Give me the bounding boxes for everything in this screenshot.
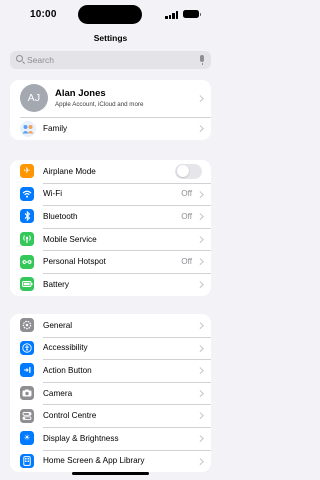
antenna-icon bbox=[20, 232, 34, 247]
family-icon bbox=[20, 120, 36, 137]
airplane-icon: ✈ bbox=[20, 164, 34, 179]
control-centre-icon bbox=[20, 408, 34, 423]
airplane-mode-toggle[interactable] bbox=[175, 163, 202, 179]
home-screen-icon bbox=[20, 453, 34, 468]
chevron-right-icon bbox=[196, 435, 203, 442]
personal-hotspot-label: Personal Hotspot bbox=[43, 257, 106, 267]
chevron-right-icon bbox=[196, 412, 203, 419]
control-centre-row[interactable]: Control Centre bbox=[10, 404, 211, 427]
accessibility-row[interactable]: Accessibility bbox=[10, 336, 211, 360]
battery-icon bbox=[20, 277, 34, 292]
camera-icon bbox=[20, 386, 34, 401]
accessibility-label: Accessibility bbox=[43, 343, 88, 353]
connectivity-group: ✈ Airplane Mode Wi-Fi Off Bluetooth Off … bbox=[10, 160, 211, 296]
chevron-right-icon bbox=[196, 281, 203, 288]
wifi-value: Off bbox=[181, 189, 192, 199]
display-brightness-row[interactable]: ☀ Display & Brightness bbox=[10, 426, 211, 450]
personal-hotspot-value: Off bbox=[181, 257, 192, 267]
chevron-right-icon bbox=[196, 322, 203, 329]
mobile-service-row[interactable]: Mobile Service bbox=[10, 227, 211, 251]
home-indicator[interactable] bbox=[72, 472, 149, 475]
chevron-right-icon bbox=[196, 389, 203, 397]
wifi-label: Wi-Fi bbox=[43, 189, 63, 199]
battery-row[interactable]: Battery bbox=[10, 272, 211, 296]
battery-label: Battery bbox=[43, 279, 69, 289]
dynamic-island bbox=[78, 5, 142, 24]
chevron-right-icon bbox=[196, 457, 203, 465]
general-row[interactable]: General bbox=[10, 314, 211, 337]
profile-group: AJ Alan Jones Apple Account, iCloud and … bbox=[10, 80, 211, 140]
action-button-icon bbox=[20, 363, 34, 378]
chevron-right-icon bbox=[196, 190, 203, 198]
home-screen-label: Home Screen & App Library bbox=[43, 456, 145, 466]
home-screen-row[interactable]: Home Screen & App Library bbox=[10, 449, 211, 473]
brightness-icon: ☀ bbox=[20, 431, 34, 446]
airplane-mode-row: ✈ Airplane Mode bbox=[10, 160, 211, 183]
battery-status-icon bbox=[183, 10, 201, 18]
bluetooth-value: Off bbox=[181, 211, 192, 221]
search-placeholder: Search bbox=[27, 55, 54, 65]
general-group: General Accessibility Action Button Came… bbox=[10, 314, 211, 473]
wifi-row[interactable]: Wi-Fi Off bbox=[10, 182, 211, 206]
camera-row[interactable]: Camera bbox=[10, 381, 211, 405]
display-brightness-label: Display & Brightness bbox=[43, 433, 119, 443]
account-row[interactable]: AJ Alan Jones Apple Account, iCloud and … bbox=[10, 80, 211, 117]
search-input[interactable]: Search bbox=[10, 51, 211, 69]
family-label: Family bbox=[43, 124, 68, 133]
action-button-label: Action Button bbox=[43, 365, 92, 375]
general-label: General bbox=[43, 320, 73, 330]
bluetooth-row[interactable]: Bluetooth Off bbox=[10, 205, 211, 228]
account-name: Alan Jones bbox=[55, 88, 106, 99]
bluetooth-label: Bluetooth bbox=[43, 211, 78, 221]
search-icon bbox=[16, 55, 23, 62]
chevron-right-icon bbox=[196, 125, 203, 132]
camera-label: Camera bbox=[43, 388, 73, 398]
chevron-right-icon bbox=[196, 344, 203, 352]
family-row[interactable]: Family bbox=[10, 117, 211, 140]
signal-icon bbox=[165, 11, 178, 19]
bluetooth-icon bbox=[20, 209, 34, 224]
action-button-row[interactable]: Action Button bbox=[10, 359, 211, 382]
chevron-right-icon bbox=[196, 367, 203, 374]
chevron-right-icon bbox=[196, 258, 203, 265]
wifi-icon bbox=[20, 186, 34, 201]
gear-icon bbox=[20, 318, 34, 333]
chevron-right-icon bbox=[196, 213, 203, 220]
chevron-right-icon bbox=[196, 235, 203, 243]
page-title: Settings bbox=[93, 33, 128, 43]
accessibility-icon bbox=[20, 340, 34, 355]
mobile-service-label: Mobile Service bbox=[43, 234, 97, 244]
account-subtitle: Apple Account, iCloud and more bbox=[55, 101, 144, 108]
hotspot-icon bbox=[20, 254, 34, 269]
airplane-mode-label: Airplane Mode bbox=[43, 166, 96, 176]
status-bar: 10:00 bbox=[0, 0, 221, 30]
avatar: AJ bbox=[20, 84, 48, 112]
personal-hotspot-row[interactable]: Personal Hotspot Off bbox=[10, 250, 211, 273]
microphone-icon[interactable] bbox=[200, 55, 204, 65]
control-centre-label: Control Centre bbox=[43, 411, 97, 421]
chevron-right-icon bbox=[196, 95, 203, 102]
status-time: 10:00 bbox=[30, 9, 57, 20]
settings-screen: 10:00 Settings Search AJ Alan Jones Appl… bbox=[0, 0, 221, 480]
